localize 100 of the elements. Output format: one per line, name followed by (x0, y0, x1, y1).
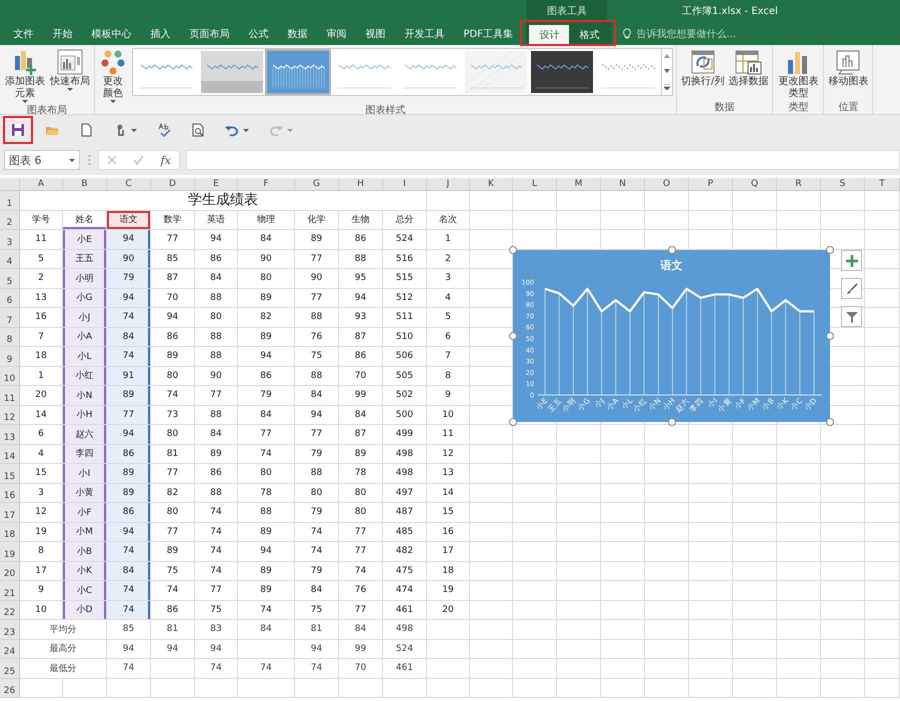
table-cell: 80 (151, 503, 195, 522)
table-cell: 76 (339, 581, 383, 600)
column-header[interactable]: O (645, 178, 689, 190)
column-header[interactable]: C (107, 178, 151, 190)
empty-cell (557, 522, 601, 542)
ribbon-button[interactable]: 添加图表元素 (3, 48, 47, 103)
column-header[interactable]: F (238, 178, 295, 190)
chart-style-gallery[interactable] (132, 48, 673, 96)
resize-handle[interactable] (826, 246, 834, 254)
column-header[interactable]: J (427, 178, 470, 190)
column-header[interactable]: H (339, 178, 383, 190)
column-header[interactable]: G (295, 178, 339, 190)
row-header[interactable]: 1 (0, 191, 20, 210)
chart-style-thumbnail[interactable] (531, 51, 593, 93)
column-header[interactable]: P (689, 178, 733, 190)
row-header[interactable]: 19 (0, 542, 20, 562)
ribbon-tab[interactable]: 页面布局 (180, 22, 239, 45)
row-header[interactable]: 14 (0, 444, 20, 464)
ribbon-tab[interactable]: 文件 (4, 22, 43, 45)
column-header[interactable]: I (383, 178, 427, 190)
row-header[interactable]: 6 (0, 288, 20, 308)
ribbon-tab[interactable]: 数据 (278, 22, 317, 45)
row-header[interactable]: 3 (0, 230, 20, 250)
insert-function-button[interactable]: fx (160, 154, 171, 166)
column-header[interactable]: M (557, 178, 601, 190)
ribbon-tab[interactable]: 开始 (43, 22, 82, 45)
column-header[interactable]: E (195, 178, 238, 190)
table-cell: 总分 (383, 210, 427, 230)
empty-cell (865, 347, 900, 366)
row-header[interactable]: 2 (0, 210, 20, 230)
ribbon-tab[interactable]: PDF工具集 (454, 22, 522, 45)
row-header[interactable]: 15 (0, 464, 20, 484)
column-header[interactable]: L (513, 178, 557, 190)
row-header[interactable]: 17 (0, 503, 20, 522)
row-header[interactable]: 9 (0, 347, 20, 366)
chart-styles-button[interactable] (841, 278, 862, 299)
chart-elements-button[interactable] (841, 250, 862, 271)
tell-me-field[interactable]: 告诉我您想要做什么... (636, 26, 736, 40)
empty-cell (821, 522, 865, 542)
chart-filter-button[interactable] (841, 306, 862, 327)
column-header[interactable]: R (777, 178, 821, 190)
ribbon-tab[interactable]: 模板中心 (82, 22, 141, 45)
ribbon-button[interactable]: 快速布局 (49, 48, 91, 91)
column-header[interactable]: B (63, 178, 107, 190)
row-header[interactable]: 5 (0, 269, 20, 288)
empty-cell (865, 542, 900, 562)
resize-handle[interactable] (668, 246, 676, 254)
name-box[interactable]: 图表 6 (4, 150, 80, 170)
ribbon-tab[interactable]: 公式 (239, 22, 278, 45)
ribbon-tab[interactable]: 插入 (141, 22, 180, 45)
table-cell: 学号 (20, 210, 63, 230)
resize-handle[interactable] (826, 332, 834, 340)
column-header[interactable]: S (821, 178, 865, 190)
row-header[interactable]: 24 (0, 640, 20, 659)
column-header[interactable]: Q (733, 178, 777, 190)
row-header[interactable]: 8 (0, 328, 20, 347)
row-header[interactable]: 18 (0, 522, 20, 542)
empty-cell (777, 522, 821, 542)
ribbon-tab[interactable]: 开发工具 (395, 22, 454, 45)
row-header[interactable]: 4 (0, 250, 20, 269)
row-header[interactable]: 26 (0, 678, 20, 698)
row-header[interactable]: 11 (0, 386, 20, 406)
chart-style-thumbnail[interactable] (465, 51, 527, 93)
ribbon-button[interactable]: 切换行/列 (680, 48, 726, 88)
ribbon-button[interactable]: 选择数据 (727, 48, 770, 88)
column-header[interactable]: K (470, 178, 513, 190)
row-header[interactable]: 20 (0, 562, 20, 581)
ribbon-tab[interactable]: 设计 (529, 25, 570, 45)
formula-input[interactable] (186, 150, 900, 170)
empty-cell (557, 581, 601, 600)
row-header[interactable]: 16 (0, 484, 20, 503)
row-header[interactable]: 21 (0, 581, 20, 600)
chart-style-thumbnail[interactable] (267, 51, 329, 93)
table-cell: 89 (107, 484, 151, 503)
save-button[interactable] (3, 116, 33, 144)
table-cell: 77 (295, 425, 339, 444)
row-header[interactable]: 25 (0, 659, 20, 678)
ribbon-button[interactable]: 更改图表类型 (776, 48, 820, 100)
ribbon-tab[interactable]: 格式 (569, 25, 610, 45)
column-header[interactable]: A (20, 178, 63, 190)
row-header[interactable]: 23 (0, 620, 20, 640)
table-cell: 90 (195, 366, 238, 386)
column-header[interactable]: N (601, 178, 645, 190)
row-header[interactable]: 7 (0, 308, 20, 328)
row-header[interactable]: 13 (0, 425, 20, 444)
resize-handle[interactable] (509, 418, 517, 426)
empty-cell (865, 406, 900, 425)
column-header[interactable]: T (865, 178, 900, 190)
row-header[interactable]: 10 (0, 366, 20, 386)
ribbon-button[interactable]: 更改颜色 (98, 48, 128, 103)
ribbon-tab[interactable]: 视图 (356, 22, 395, 45)
row-header[interactable]: 22 (0, 600, 20, 620)
resize-handle[interactable] (509, 332, 517, 340)
column-header[interactable]: D (151, 178, 195, 190)
resize-handle[interactable] (509, 246, 517, 254)
ribbon-button[interactable]: 移动图表 (827, 48, 870, 88)
chart-style-thumbnail[interactable] (201, 51, 263, 93)
resize-handle[interactable] (826, 418, 834, 426)
ribbon-tab[interactable]: 审阅 (317, 22, 356, 45)
row-header[interactable]: 12 (0, 406, 20, 425)
